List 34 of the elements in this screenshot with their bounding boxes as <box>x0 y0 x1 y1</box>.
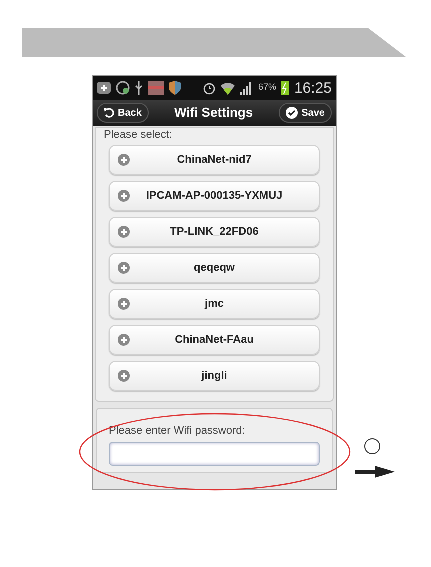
network-item[interactable]: jingli <box>109 361 320 391</box>
back-icon <box>104 108 114 118</box>
plus-circle-icon <box>118 334 130 346</box>
plus-circle-icon <box>118 298 130 310</box>
plus-icon <box>97 82 111 94</box>
battery-icon <box>281 81 290 95</box>
shield-icon <box>169 81 181 95</box>
password-field[interactable] <box>109 442 320 466</box>
network-item[interactable]: qeqeqw <box>109 253 320 283</box>
network-item[interactable]: TP-LINK_22FD06 <box>109 217 320 247</box>
screen-title: Wifi Settings <box>174 104 254 122</box>
wifi-icon <box>221 82 236 94</box>
thumbnail-icon <box>148 81 164 95</box>
plus-circle-icon <box>118 154 130 166</box>
plus-circle-icon <box>118 190 130 202</box>
save-button[interactable]: Save <box>278 103 332 123</box>
password-label: Please enter Wifi password: <box>109 424 246 439</box>
plus-circle-icon <box>118 262 130 274</box>
back-button[interactable]: Back <box>97 103 149 123</box>
plus-circle-icon <box>118 226 130 238</box>
clock-time: 16:25 <box>294 80 332 96</box>
network-item[interactable]: IPCAM-AP-000135-YXMUJ <box>109 181 320 211</box>
plus-circle-icon <box>118 370 130 382</box>
battery-percent: 67% <box>258 81 276 94</box>
network-item[interactable]: ChinaNet-FAau <box>109 325 320 355</box>
arrow-icon <box>355 466 395 478</box>
prompt-text: Please select: <box>104 128 174 142</box>
signal-icon <box>240 82 254 94</box>
usb-icon <box>135 81 143 95</box>
step-circle-icon <box>364 438 381 455</box>
network-item[interactable]: ChinaNet-nid7 <box>109 145 320 175</box>
check-icon <box>286 107 298 119</box>
alarm-clock-icon <box>203 82 216 94</box>
network-item[interactable]: jmc <box>109 289 320 319</box>
